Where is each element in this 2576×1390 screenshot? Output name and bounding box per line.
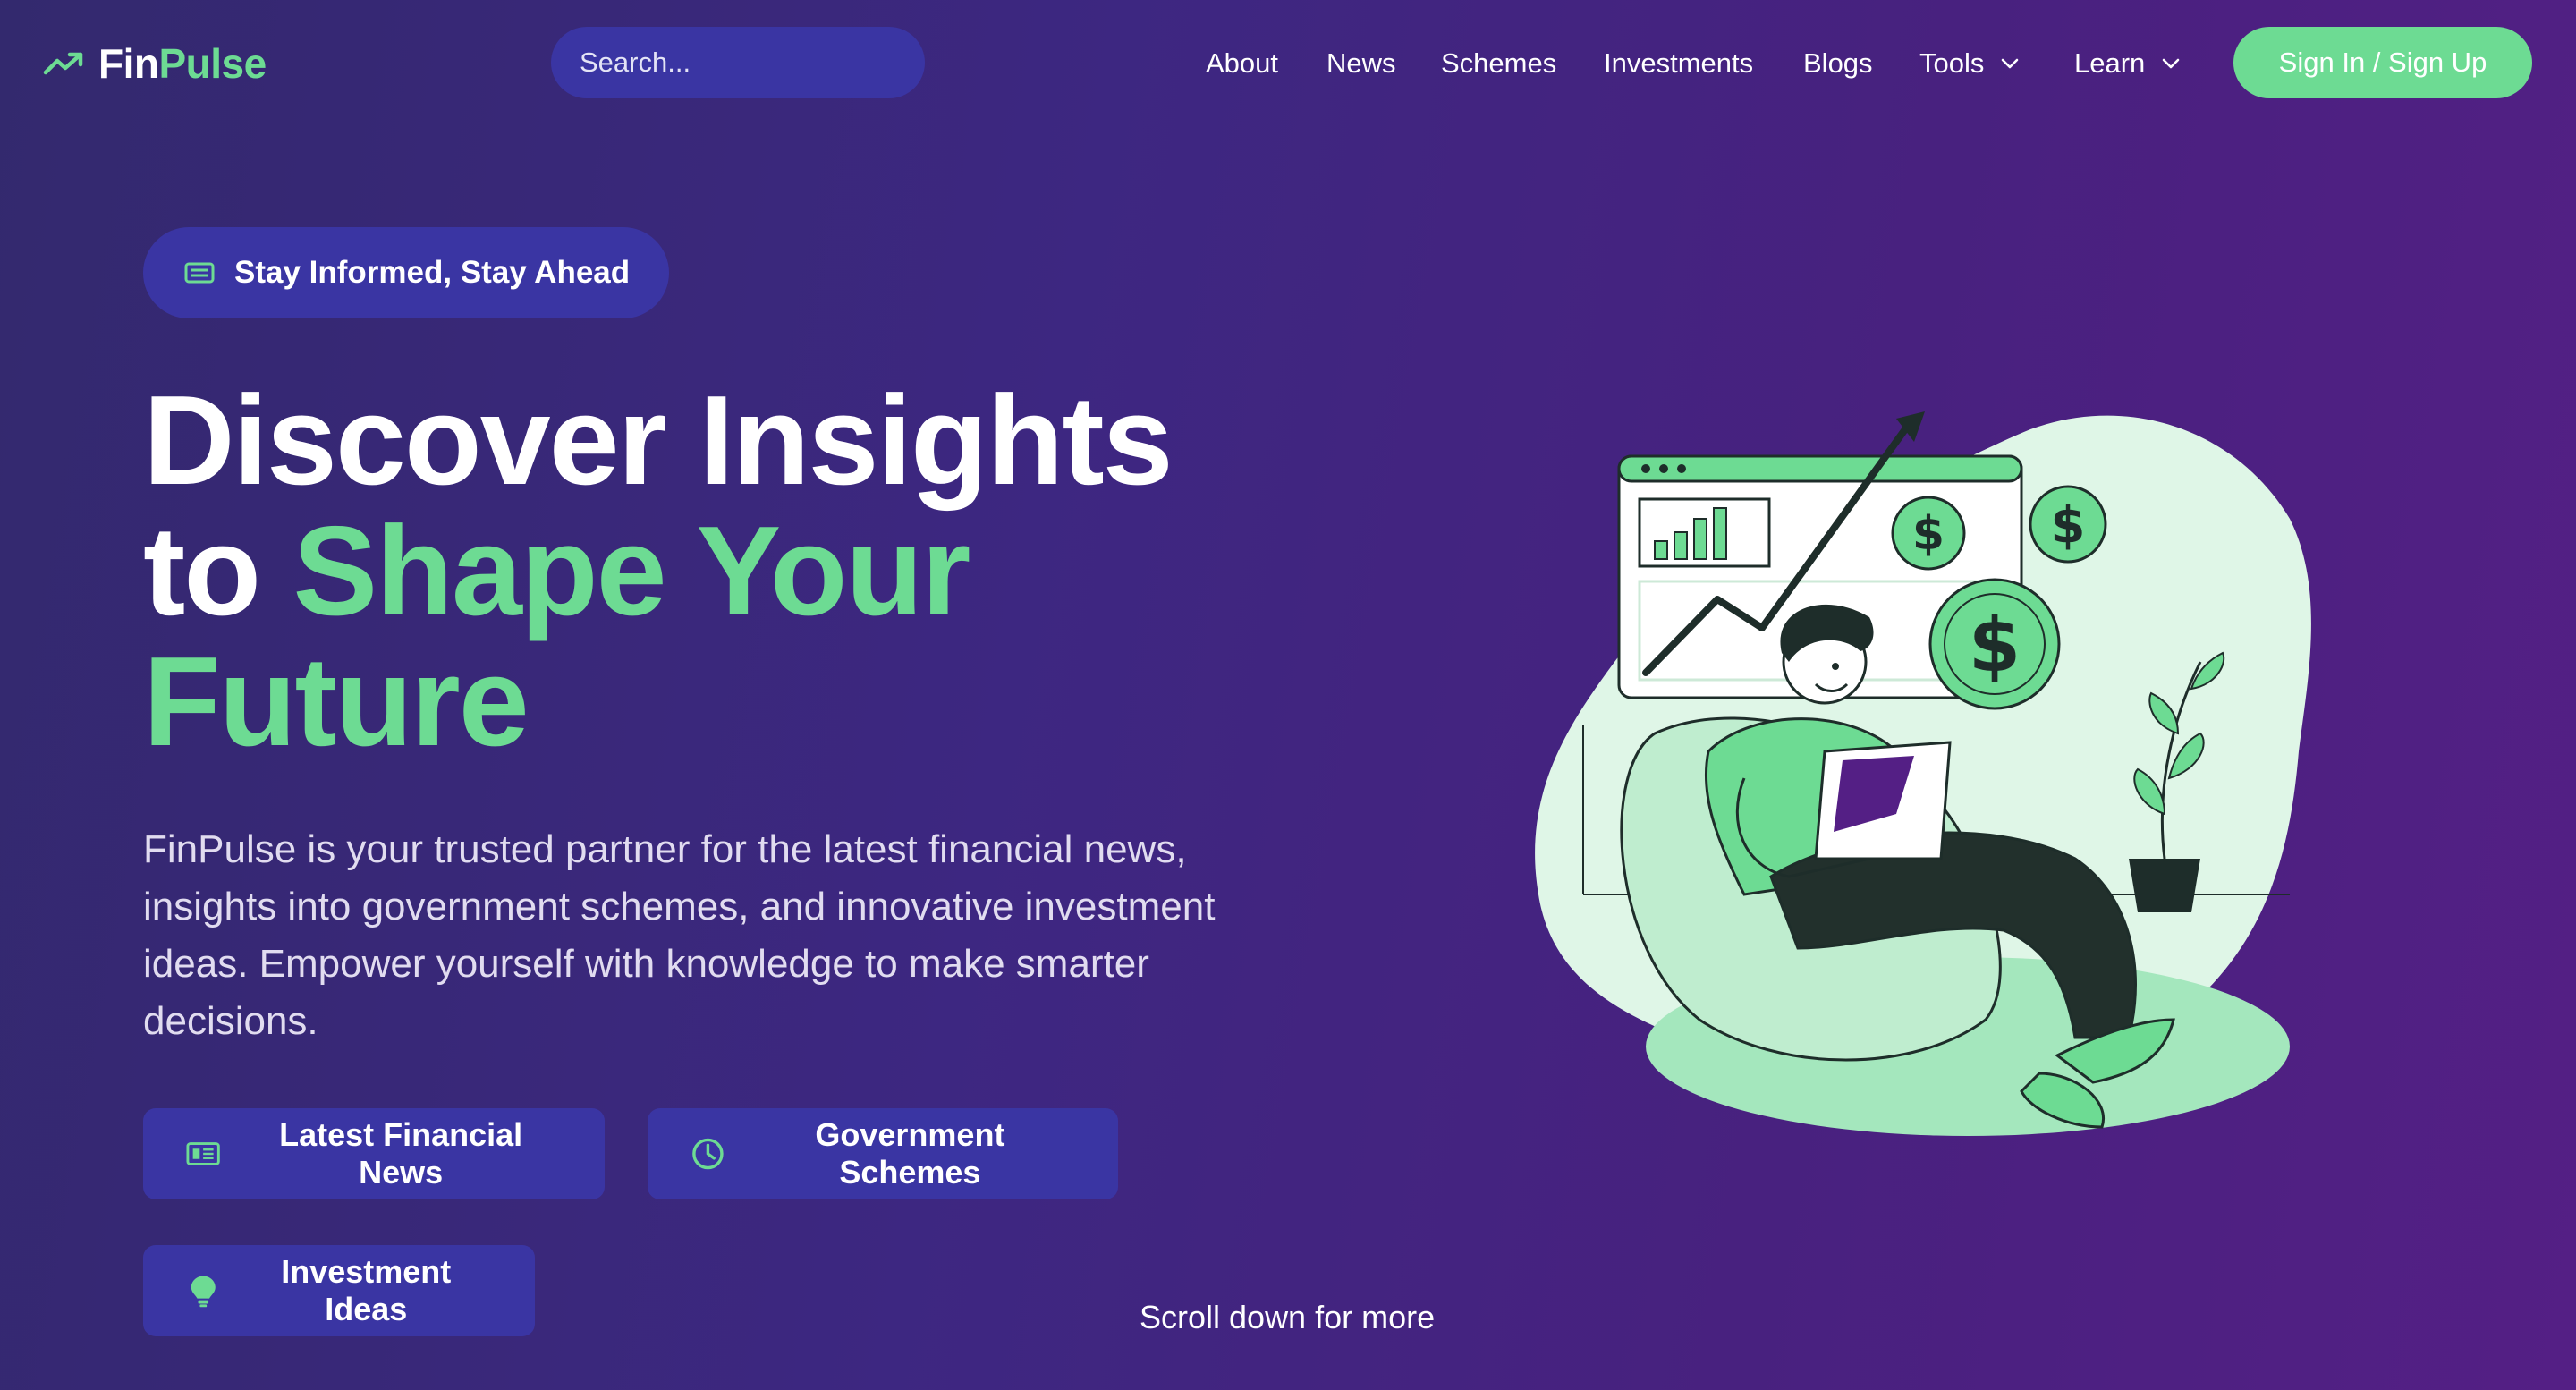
chevron-down-icon xyxy=(2162,58,2180,69)
nav-blogs[interactable]: Blogs xyxy=(1803,41,1873,86)
svg-text:$: $ xyxy=(1969,601,2021,689)
latest-news-button[interactable]: Latest Financial News xyxy=(143,1108,605,1199)
lightbulb-icon xyxy=(191,1276,216,1308)
newspaper-icon xyxy=(186,1142,220,1165)
svg-text:$: $ xyxy=(1912,507,1945,561)
latest-news-label: Latest Financial News xyxy=(279,1116,523,1191)
scroll-hint: Scroll down for more xyxy=(1140,1299,1436,1335)
signin-button[interactable]: Sign In / Sign Up xyxy=(2233,27,2532,98)
nav-schemes[interactable]: Schemes xyxy=(1441,41,1556,86)
clock-icon xyxy=(692,1138,724,1170)
nav-learn-label: Learn xyxy=(2074,47,2146,79)
nav-tools[interactable]: Tools xyxy=(1919,41,2020,86)
government-schemes-label: Government Schemes xyxy=(815,1116,1005,1191)
nav-learn[interactable]: Learn xyxy=(2074,41,2181,86)
hero-badge-text: Stay Informed, Stay Ahead xyxy=(234,255,631,290)
nav-investments[interactable]: Investments xyxy=(1604,41,1753,86)
investment-ideas-button[interactable]: Investment Ideas xyxy=(143,1245,535,1336)
nav-news[interactable]: News xyxy=(1326,41,1396,86)
hero-badge: Stay Informed, Stay Ahead xyxy=(143,227,669,318)
hero-illustration: $ $ $ xyxy=(1535,411,2311,1136)
hero-headline: Discover Insights to Shape Your Future xyxy=(143,369,1174,773)
government-schemes-button[interactable]: Government Schemes xyxy=(648,1108,1118,1199)
newspaper-icon xyxy=(184,262,215,284)
main-nav: About News Schemes Investments Blogs Too… xyxy=(0,41,2576,86)
chevron-down-icon xyxy=(2002,58,2019,69)
hero-description: FinPulse is your trusted partner for the… xyxy=(143,827,1216,1043)
svg-text:$: $ xyxy=(2051,496,2086,555)
investment-ideas-label: Investment Ideas xyxy=(281,1253,452,1327)
nav-tools-label: Tools xyxy=(1919,47,1985,79)
nav-about[interactable]: About xyxy=(1206,41,1278,86)
